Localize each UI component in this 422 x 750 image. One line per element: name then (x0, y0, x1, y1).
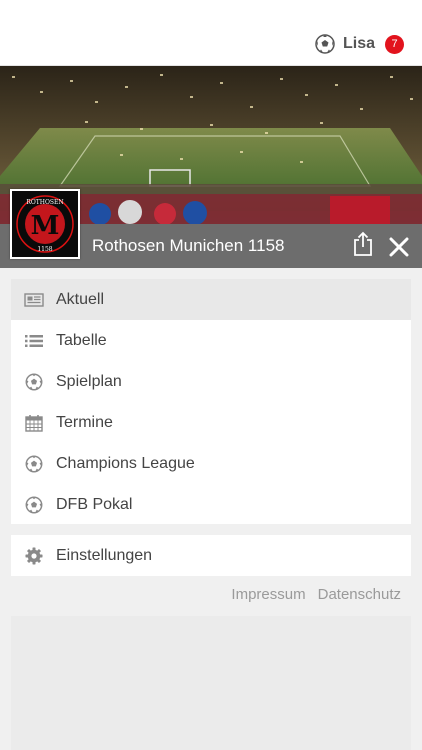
calendar-icon (24, 413, 44, 433)
menu-item-champions-league[interactable]: Champions League (11, 443, 411, 484)
impressum-link[interactable]: Impressum (231, 586, 305, 603)
bottom-panel (11, 616, 411, 750)
menu-item-aktuell[interactable]: Aktuell (11, 279, 411, 320)
notification-badge[interactable]: 7 (385, 34, 404, 54)
newspaper-icon (24, 290, 44, 310)
soccer-ball-icon (24, 495, 44, 515)
menu-item-termine[interactable]: Termine (11, 402, 411, 443)
top-bar: Lisa 7 (0, 0, 422, 66)
menu-item-tabelle[interactable]: Tabelle (11, 320, 411, 361)
soccer-ball-icon (315, 34, 335, 54)
soccer-ball-icon (24, 372, 44, 392)
gear-icon (24, 546, 44, 566)
user-account[interactable]: Lisa 7 (315, 32, 404, 56)
settings-card: Einstellungen (11, 535, 411, 576)
footer-links: Impressum Datenschutz (231, 586, 401, 603)
menu-item-spielplan[interactable]: Spielplan (11, 361, 411, 402)
menu-item-einstellungen[interactable]: Einstellungen (11, 535, 411, 576)
menu-label: Aktuell (56, 290, 105, 308)
menu-label: Termine (56, 413, 113, 431)
close-icon[interactable] (388, 236, 410, 258)
soccer-ball-icon (24, 454, 44, 474)
navigation-menu: Aktuell Tabelle Spielplan Termine Champi… (11, 279, 411, 524)
menu-label: Einstellungen (56, 546, 153, 564)
list-icon (24, 331, 44, 351)
logo-top-text: ROTHOSEN (26, 199, 63, 206)
share-icon[interactable] (352, 231, 374, 257)
logo-letter: M (31, 211, 60, 241)
club-logo: ROTHOSEN M 1158 (10, 189, 80, 259)
menu-item-dfb-pokal[interactable]: DFB Pokal (11, 484, 411, 525)
logo-bottom-text: 1158 (37, 246, 52, 253)
user-name: Lisa (342, 35, 375, 52)
menu-label: DFB Pokal (56, 495, 133, 513)
datenschutz-link[interactable]: Datenschutz (318, 586, 401, 603)
menu-label: Tabelle (56, 331, 107, 349)
menu-label: Champions League (56, 454, 195, 472)
menu-label: Spielplan (56, 372, 122, 390)
club-name: Rothosen Munichen 1158 (92, 236, 285, 255)
